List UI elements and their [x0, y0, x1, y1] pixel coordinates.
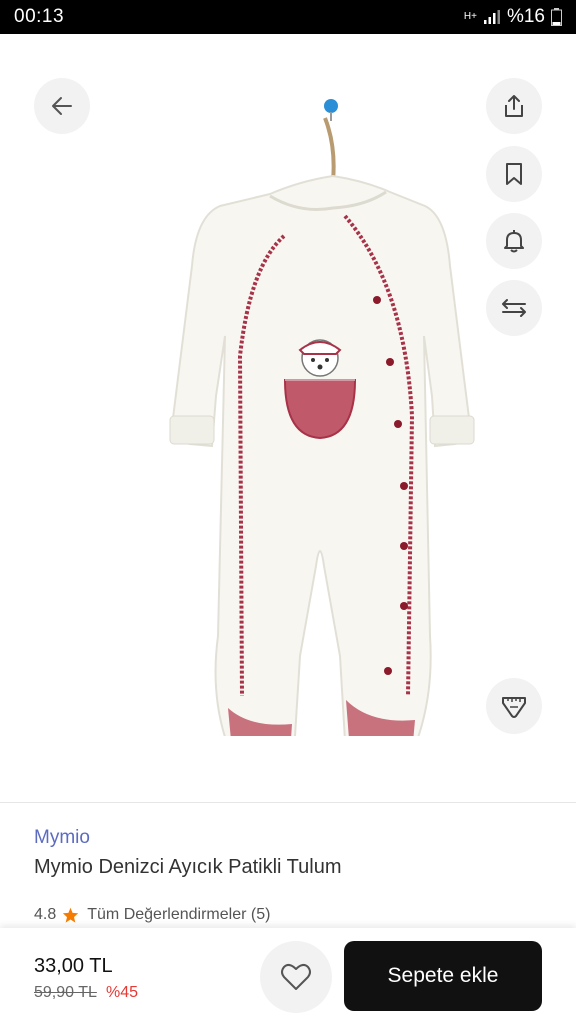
brand-link[interactable]: Mymio [34, 827, 90, 849]
signal-icon [483, 10, 500, 24]
price-alert-button[interactable] [486, 213, 542, 269]
ruler-icon [502, 697, 526, 718]
all-reviews-link[interactable]: Tüm Değerlendirmeler (5) [87, 906, 270, 924]
product-detail-screen: 00:13 H+ %16 Mymio Mymio Denizci Ayıcık … [0, 0, 576, 1024]
back-button[interactable] [34, 78, 90, 134]
size-guide-button[interactable] [486, 678, 542, 734]
battery-percent: %16 [506, 6, 545, 27]
rating-row[interactable]: 4.8 Tüm Değerlendirmeler (5) [34, 906, 270, 924]
product-title: Mymio Denizci Ayıcık Patikli Tulum [34, 856, 342, 878]
heart-icon [281, 963, 311, 990]
section-divider [0, 802, 576, 803]
compare-arrows-icon [502, 299, 526, 317]
status-time: 00:13 [14, 6, 65, 27]
star-icon [63, 907, 79, 923]
bookmark-button[interactable] [486, 146, 542, 202]
rating-value: 4.8 [34, 906, 57, 923]
status-indicators: H+ %16 [464, 6, 562, 28]
favorite-button[interactable] [260, 941, 332, 1013]
discount-badge: %45 [106, 984, 139, 1001]
share-icon [505, 95, 523, 117]
battery-icon [551, 8, 562, 26]
compare-button[interactable] [486, 280, 542, 336]
product-image [169, 99, 475, 736]
add-to-cart-button[interactable]: Sepete ekle [344, 941, 542, 1011]
purchase-bar: 33,00 TL 59,90 TL %45 Sepete ekle [0, 928, 576, 1024]
status-bar: 00:13 H+ %16 [0, 0, 576, 34]
bookmark-icon [506, 163, 522, 185]
arrow-left-icon [52, 97, 72, 115]
old-price: 59,90 TL [34, 984, 97, 1001]
bell-icon [504, 230, 524, 253]
product-image-gallery[interactable] [0, 34, 576, 802]
current-price: 33,00 TL [34, 955, 113, 977]
network-type-label: H+ [463, 11, 477, 22]
share-button[interactable] [486, 78, 542, 134]
